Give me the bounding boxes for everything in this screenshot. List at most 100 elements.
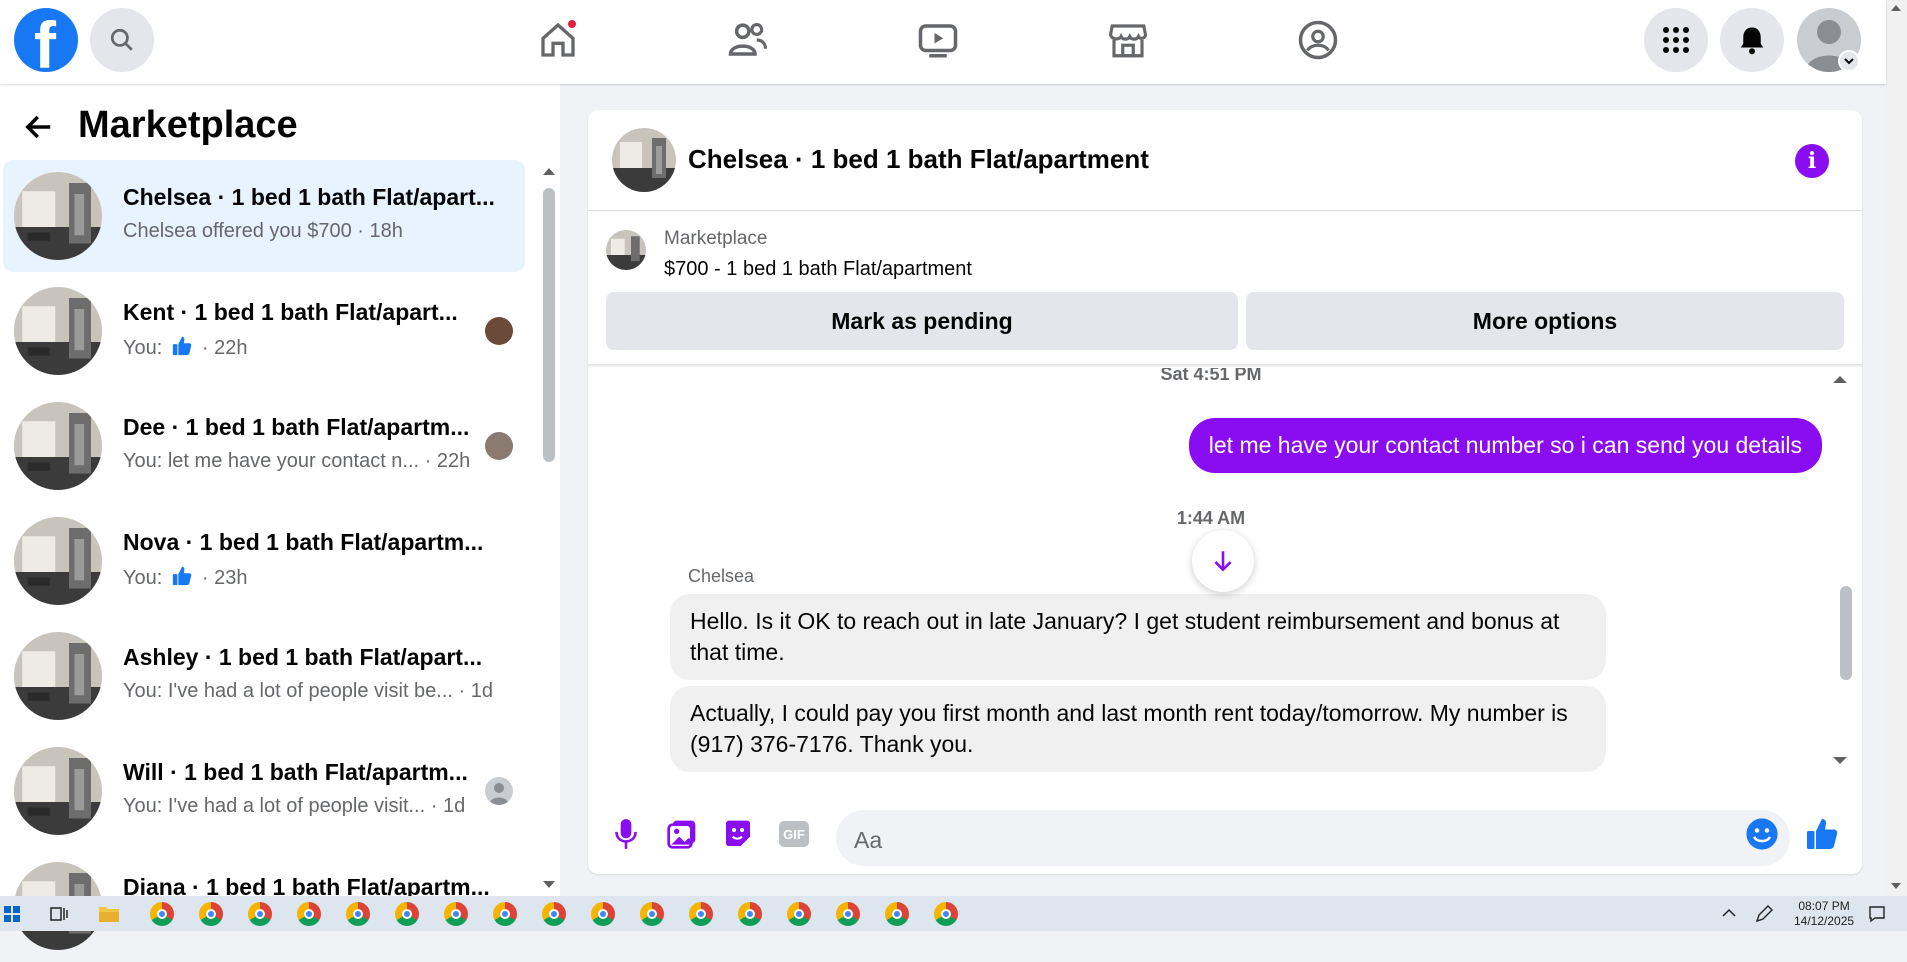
nav-groups[interactable] (1294, 16, 1342, 64)
message-scroll-thumb[interactable] (1840, 586, 1852, 680)
chrome-taskbar-icon[interactable] (395, 902, 419, 926)
chrome-taskbar-icon[interactable] (689, 902, 713, 926)
mark-as-pending-button[interactable]: Mark as pending (606, 292, 1238, 350)
chrome-taskbar-icon[interactable] (297, 902, 321, 926)
chrome-taskbar-icon[interactable] (738, 902, 762, 926)
preview-text: You: (123, 567, 163, 589)
chrome-taskbar-icon[interactable] (248, 902, 272, 926)
voice-clip-button[interactable] (608, 816, 644, 852)
chrome-taskbar-icon[interactable] (199, 902, 223, 926)
info-icon[interactable]: i (1795, 144, 1829, 178)
back-button[interactable] (22, 112, 56, 147)
chrome-taskbar-icon[interactable] (493, 902, 517, 926)
incoming-message[interactable]: Actually, I could pay you first month an… (670, 686, 1606, 772)
chrome-taskbar-icon[interactable] (591, 902, 615, 926)
chrome-taskbar-icon[interactable] (836, 902, 860, 926)
scroll-up-arrow-icon[interactable] (1890, 4, 1902, 12)
conversation-title: Nova · 1 bed 1 bath Flat/apartm... (123, 529, 484, 555)
chrome-taskbar-icon[interactable] (885, 902, 909, 926)
nav-friends[interactable] (724, 16, 772, 64)
facebook-logo[interactable]: f (14, 8, 78, 72)
scroll-to-bottom-button[interactable] (1192, 530, 1254, 592)
preview-text: You: I've had a lot of people visit... (123, 795, 426, 817)
chrome-taskbar-icon[interactable] (150, 902, 174, 926)
timestamp: 1:44 AM (1176, 508, 1246, 528)
notifications-button[interactable] (1720, 8, 1784, 72)
conversation-title: Kent · 1 bed 1 bath Flat/apart... (123, 299, 458, 325)
chrome-taskbar-icon[interactable] (934, 902, 958, 926)
message-input[interactable]: Aa (836, 810, 1790, 866)
conversation-title: Chelsea · 1 bed 1 bath Flat/apart... (123, 184, 495, 210)
smiley-icon (1746, 818, 1778, 850)
conversation-thumbnail (14, 517, 102, 605)
chevron-down-icon (1844, 58, 1854, 65)
chat-panel: Chelsea · 1 bed 1 bath Flat/apartment i … (588, 110, 1862, 874)
like-button[interactable] (1804, 816, 1840, 852)
attach-photo-button[interactable] (664, 816, 700, 852)
conversation-preview: You: let me have your contact n... · 22h (123, 450, 470, 473)
preview-text: You: let me have your contact n... (123, 450, 420, 472)
conversation-title: Will · 1 bed 1 bath Flat/apartm... (123, 759, 468, 785)
nav-home[interactable] (534, 16, 582, 64)
clock[interactable]: 08:07 PM 14/12/2025 (1794, 899, 1854, 929)
conversation-item[interactable]: Ashley · 1 bed 1 bath Flat/apart... You: … (3, 620, 525, 732)
conversation-preview: You: I've had a lot of people visit... ·… (123, 795, 465, 818)
task-view-icon[interactable] (50, 906, 68, 922)
conversation-item[interactable]: Nova · 1 bed 1 bath Flat/apartm... You: ·… (3, 505, 525, 617)
chrome-taskbar-icon[interactable] (346, 902, 370, 926)
incoming-message[interactable]: Hello. Is it OK to reach out in late Jan… (670, 594, 1606, 680)
conversation-preview: You: · 23h (123, 565, 247, 593)
outgoing-message[interactable]: let me have your contact number so i can… (1188, 418, 1822, 473)
search-button[interactable] (90, 8, 154, 72)
chrome-taskbar-icon[interactable] (640, 902, 664, 926)
windows-start-icon[interactable] (4, 906, 20, 922)
separator: · (425, 795, 443, 817)
menu-button[interactable] (1644, 8, 1708, 72)
scroll-down-arrow-icon[interactable] (542, 880, 556, 890)
nav-marketplace[interactable] (1104, 16, 1152, 64)
emoji-button[interactable] (1744, 816, 1780, 852)
file-explorer-icon[interactable] (98, 904, 120, 924)
conversation-time: 18h (369, 220, 403, 242)
conversation-preview: You: I've had a lot of people visit be..… (123, 680, 493, 703)
account-menu-chevron[interactable] (1838, 50, 1860, 72)
apartment-photo-icon (606, 230, 646, 270)
chrome-taskbar-icon[interactable] (542, 902, 566, 926)
page-scrollbar[interactable] (1886, 0, 1907, 896)
gif-button[interactable]: GIF (776, 816, 812, 852)
chrome-taskbar-icon[interactable] (444, 902, 468, 926)
scroll-up-arrow-icon[interactable] (542, 166, 556, 176)
windows-taskbar: 08:07 PM 14/12/2025 (0, 896, 1907, 931)
conversation-item[interactable]: Chelsea · 1 bed 1 bath Flat/apart... Chel… (3, 160, 525, 272)
sender-name: Chelsea (688, 566, 755, 586)
separator: · (419, 450, 437, 472)
chrome-taskbar-icon[interactable] (787, 902, 811, 926)
conversation-item[interactable]: Dee · 1 bed 1 bath Flat/apartm... You: le… (3, 390, 525, 502)
listing-card-thumbnail[interactable] (606, 230, 646, 270)
conversation-title: Dee · 1 bed 1 bath Flat/apartm... (123, 414, 470, 440)
notifications-center-icon[interactable] (1868, 905, 1886, 923)
sidebar-scrollbar[interactable] (540, 84, 558, 896)
scroll-down-arrow-icon[interactable] (1890, 882, 1902, 890)
sticker-button[interactable] (720, 816, 756, 852)
groups-icon (1298, 20, 1338, 60)
chevron-up-icon[interactable] (1722, 908, 1736, 918)
preview-text: You: I've had a lot of people visit be..… (123, 680, 453, 702)
top-navbar: f (0, 0, 1886, 84)
listing-price-title[interactable]: $700 - 1 bed 1 bath Flat/apartment (664, 258, 972, 281)
apartment-photo-icon (14, 287, 102, 375)
more-options-button[interactable]: More options (1246, 292, 1844, 350)
microphone-icon (615, 819, 637, 849)
scroll-thumb[interactable] (543, 188, 555, 462)
scroll-down-arrow-icon[interactable] (1832, 756, 1848, 766)
conversation-item[interactable]: Kent · 1 bed 1 bath Flat/apart... You: · … (3, 275, 525, 387)
separator: · (196, 337, 215, 359)
grid-menu-icon (1663, 27, 1689, 53)
scroll-up-arrow-icon[interactable] (1832, 374, 1848, 384)
chat-title[interactable]: Chelsea · 1 bed 1 bath Flat/apartment (688, 144, 1149, 175)
conversation-item[interactable]: Will · 1 bed 1 bath Flat/apartm... You: I… (3, 735, 525, 847)
pen-icon[interactable] (1754, 904, 1774, 924)
listing-thumbnail[interactable] (612, 128, 676, 192)
nav-watch[interactable] (914, 16, 962, 64)
apartment-photo-icon (14, 517, 102, 605)
